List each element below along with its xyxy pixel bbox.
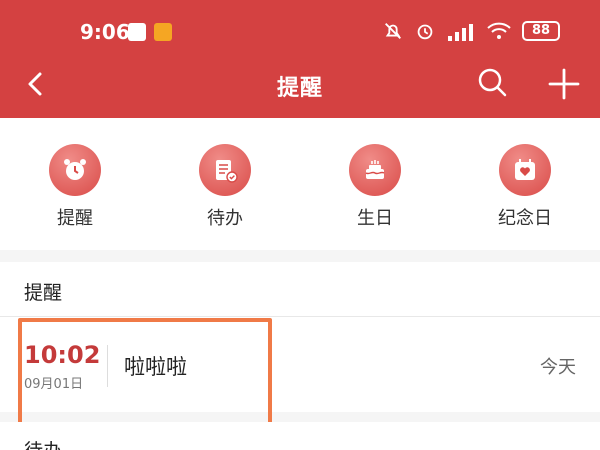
wifi-icon (487, 22, 511, 39)
heart-calendar-icon (499, 144, 551, 196)
alarm-icon (417, 24, 433, 40)
category-label: 生日 (357, 208, 393, 229)
alarm-clock-icon (49, 144, 101, 196)
reminder-day: 今天 (540, 357, 576, 378)
category-label: 纪念日 (498, 208, 552, 229)
battery-icon: 88 (522, 21, 560, 41)
status-time: 9:06 (80, 20, 130, 44)
birthday-cake-icon (349, 144, 401, 196)
reminder-section-header: 提醒 (0, 262, 600, 316)
category-label: 提醒 (57, 208, 93, 229)
page-title: 提醒 (276, 76, 323, 101)
hd-signal-icon (448, 24, 473, 41)
bell-off-icon (385, 23, 401, 39)
app-icon-b (154, 23, 172, 41)
divider (107, 345, 108, 387)
todo-section-header: 待办 (0, 422, 600, 450)
reminder-text: 啦啦啦 (124, 355, 187, 379)
category-birthday[interactable]: 生日 (320, 144, 430, 230)
category-row: 提醒 待办 生日 纪念日 (0, 118, 600, 250)
section-title: 提醒 (24, 282, 63, 304)
section-title: 待办 (24, 436, 62, 450)
category-label: 待办 (207, 208, 243, 229)
list-item[interactable]: 10:02 09月01日 啦啦啦 今天 (0, 317, 600, 412)
status-bar: 9:06 88 (0, 0, 600, 64)
header: 9:06 88 提醒 (0, 0, 600, 118)
todo-list-icon (199, 144, 251, 196)
category-reminder[interactable]: 提醒 (20, 144, 130, 230)
category-anniversary[interactable]: 纪念日 (470, 144, 580, 230)
plus-icon[interactable] (544, 64, 584, 104)
category-todo[interactable]: 待办 (170, 144, 280, 230)
navbar: 提醒 (0, 58, 600, 114)
reminder-time: 10:02 (24, 341, 101, 369)
status-icons: 88 (382, 20, 560, 42)
app-icon-a (128, 23, 146, 41)
search-icon[interactable] (474, 64, 510, 100)
reminder-date: 09月01日 (24, 377, 84, 392)
screen: 9:06 88 提醒 提醒 待办 生日 纪念日 提醒 10:02 09月01日 … (0, 0, 600, 450)
